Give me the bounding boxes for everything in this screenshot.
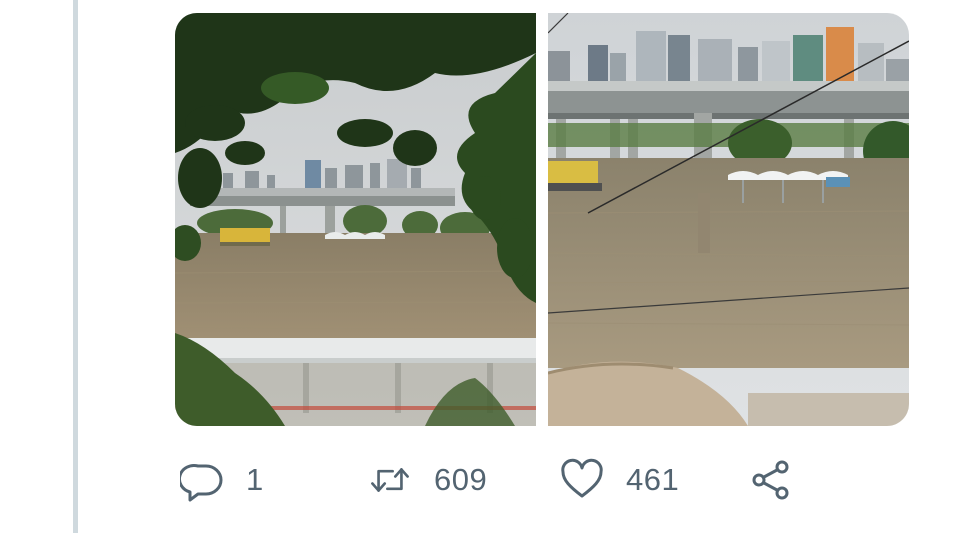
share-button[interactable]: [750, 456, 794, 504]
reply-count: 1: [246, 462, 264, 497]
photo-flooded-park-through-trees[interactable]: [175, 13, 536, 426]
heart-icon: [560, 458, 604, 502]
thread-connector-line: [73, 0, 78, 533]
photo-right-image: [548, 13, 909, 426]
like-button[interactable]: 461: [560, 456, 679, 504]
retweet-arrows-icon: [368, 458, 412, 502]
tweet-action-bar: 1 609 461: [180, 456, 820, 504]
retweet-button[interactable]: 609: [368, 456, 487, 504]
photo-left-image: [175, 13, 536, 426]
speech-bubble-icon: [180, 458, 224, 502]
reply-button[interactable]: 1: [180, 456, 264, 504]
like-count: 461: [626, 462, 680, 497]
retweet-count: 609: [434, 462, 488, 497]
media-grid: [175, 13, 909, 426]
share-icon: [750, 458, 794, 502]
photo-flooded-riverbank-under-bridge[interactable]: [548, 13, 909, 426]
